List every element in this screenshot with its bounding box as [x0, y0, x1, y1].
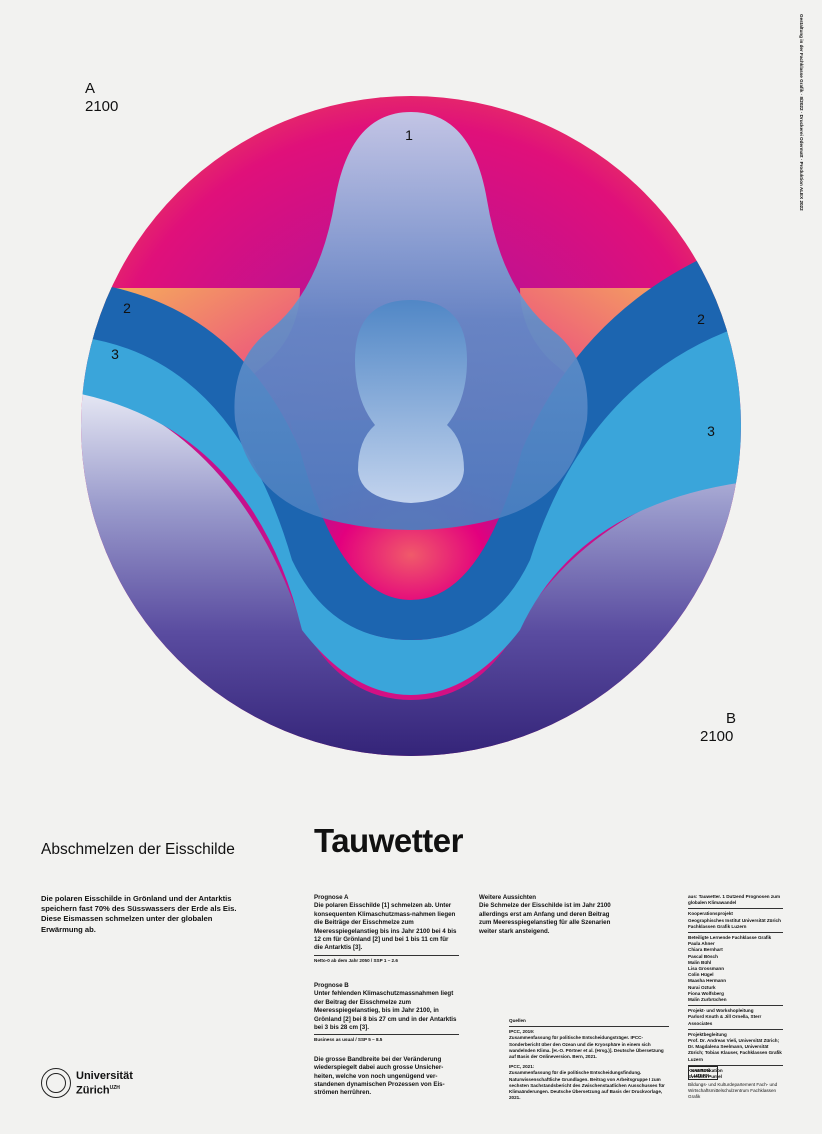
divider	[688, 932, 783, 934]
marker-2-left: 2	[123, 300, 131, 316]
divider	[688, 908, 783, 910]
marker-1: 1	[405, 127, 413, 143]
uzh-name-line1: Universität	[76, 1069, 133, 1082]
luzern-logo: KANTON LUZERN Bildungs- und Kulturdepart…	[688, 1066, 778, 1101]
partner-text: Geographisches Institut Universität Züri…	[688, 917, 781, 929]
ice-sheet-figure: 1 2 3 2 3	[81, 96, 741, 756]
source-2: Zusammenfassung für die politische Entsc…	[509, 1070, 665, 1101]
uzh-name-line2: Zürich	[76, 1084, 110, 1097]
scenario-b-year: 2100	[700, 728, 734, 745]
marker-3-left: 3	[111, 346, 119, 362]
lead-text: Prof. Dr. Andreas Vieli, Universität Zür…	[688, 1038, 782, 1062]
credits-column: aus: Tauwetter. 1 Dutzend Prognosen zum …	[688, 894, 783, 1080]
luzern-text: Bildungs- und Kulturdepartement Fach- un…	[688, 1082, 778, 1100]
divider	[509, 1026, 669, 1028]
marker-3-right: 3	[707, 423, 715, 439]
uzh-sup: UZH	[109, 1084, 120, 1091]
scenario-a-year: 2100	[85, 98, 119, 115]
ice-core	[355, 300, 467, 503]
prognose-b-body: Unter fehlenden Klimaschutzmassnahmen li…	[314, 990, 457, 1032]
divider	[314, 1034, 459, 1036]
source-1: Zusammenfassung für politische Entscheid…	[509, 1035, 664, 1060]
page-title: Tauwetter	[314, 822, 463, 859]
subtitle: Abschmelzen der Eisschilde	[41, 841, 235, 858]
intro-text: Die polaren Eisschilde in Grönland und d…	[41, 894, 237, 934]
uzh-logo: Universität ZürichUZH	[41, 1068, 133, 1098]
scenario-a-letter: A	[85, 80, 96, 97]
series-text: aus: Tauwetter. 1 Dutzend Prognosen zum …	[688, 894, 781, 906]
luzern-logo-box: KANTON LUZERN	[688, 1066, 718, 1080]
divider	[688, 1005, 783, 1007]
project-text: Parlord Knuth & Jill Ornella, Sterr Asso…	[688, 1014, 762, 1026]
divider	[314, 954, 459, 956]
sources-block: Quellen IPCC, 2019: Zusammenfassung für …	[509, 1018, 669, 1101]
scenario-b-label: B 2100	[700, 710, 736, 746]
sources-heading: Quellen	[509, 1018, 526, 1023]
uzh-name: Universität ZürichUZH	[76, 1070, 133, 1097]
scenario-b-letter: B	[726, 710, 737, 727]
prognose-a-body: Die polaren Eisschilde [1] schmelzen ab.…	[314, 902, 457, 952]
uzh-seal-icon	[41, 1068, 71, 1098]
outlook-body: Die Schmelze der Eisschilde ist im Jahr …	[479, 902, 611, 935]
vertical-imprint: Gestaltung in der Fachklasse Grafik · 8/…	[796, 14, 806, 211]
prognose-a-heading: Prognose A	[314, 894, 349, 901]
marker-2-right: 2	[697, 311, 705, 327]
divider	[688, 1028, 783, 1030]
prognose-b-closing: Die grosse Bandbreite bei der Veränderun…	[314, 1055, 445, 1097]
scenario-a-label: A 2100	[85, 80, 118, 116]
team-member: Malin Zurbrüchen	[688, 997, 727, 1003]
uzh-name-line2-wrap: ZürichUZH	[76, 1082, 133, 1097]
vertical-imprint-text: Gestaltung in der Fachklasse Grafik · 8/…	[799, 14, 804, 211]
prognose-b-heading: Prognose B	[314, 982, 349, 990]
outlook-column: Weitere Aussichten Die Schmelze der Eiss…	[479, 894, 619, 936]
outlook-heading: Weitere Aussichten	[479, 894, 537, 901]
prognose-column: Prognose A Die polaren Eisschilde [1] sc…	[314, 894, 459, 1098]
